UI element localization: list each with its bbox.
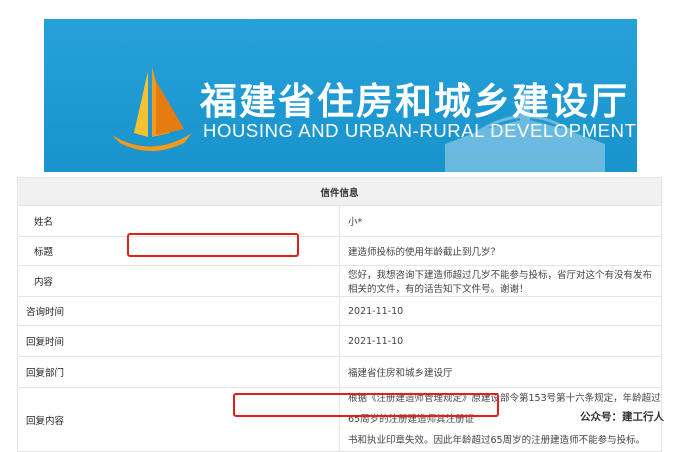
reply-line-2-part-a: 书和执业印章失效。: [348, 435, 434, 446]
reply-line-2: 书和执业印章失效。因此年龄超过65周岁的注册建造师不能参与投标。: [348, 430, 661, 451]
name-value: 小*: [339, 205, 662, 237]
banner-title: 福建省住房和城乡建设厅: [200, 80, 629, 123]
table-row: 标题 建造师投标的使用年龄截止到几岁？: [17, 236, 662, 266]
table-row: 咨询时间 2021-11-10: [17, 296, 662, 326]
content-value: 您好，我想咨询下建造师超过几岁不能参与投标，省厅对这个有没有发布相关的文件，有的…: [339, 265, 662, 297]
table-row: 回复时间 2021-11-10: [17, 325, 662, 357]
inquiry-time-value: 2021-11-10: [339, 296, 662, 326]
reply-dept-value: 福建省住房和城乡建设厅: [339, 356, 662, 388]
reply-conclusion: 因此年龄超过65周岁的注册建造师不能参与投标。: [433, 435, 646, 446]
name-label: 姓名: [17, 205, 340, 237]
reply-time-label: 回复时间: [17, 325, 340, 357]
table-row: 内容 您好，我想咨询下建造师超过几岁不能参与投标，省厅对这个有没有发布相关的文件…: [17, 265, 662, 297]
table-header: 信件信息: [17, 177, 662, 206]
wechat-watermark: 公众号：建工行人: [580, 411, 664, 423]
table-row: 姓名 小*: [17, 205, 662, 237]
banner-subtitle: HOUSING AND URBAN-RURAL DEVELOPMENT OF F…: [203, 120, 637, 141]
reply-content-label: 回复内容: [17, 387, 340, 452]
table-row: 回复内容 根据《注册建造师管理规定》原建设部令第153号第十六条规定，年龄超过6…: [17, 387, 662, 452]
reply-dept-label: 回复部门: [17, 356, 340, 388]
title-value: 建造师投标的使用年龄截止到几岁？: [339, 236, 662, 266]
title-label: 标题: [17, 236, 340, 266]
sail-building-logo-icon: [112, 67, 192, 151]
reply-time-value: 2021-11-10: [339, 325, 662, 357]
content-label: 内容: [17, 265, 340, 297]
table-row: 回复部门 福建省住房和城乡建设厅: [17, 356, 662, 388]
letter-info-table: 信件信息 姓名 小* 标题 建造师投标的使用年龄截止到几岁？ 内容 您好，我想咨…: [17, 177, 662, 452]
inquiry-time-label: 咨询时间: [17, 296, 340, 326]
header-banner: 福建省住房和城乡建设厅 HOUSING AND URBAN-RURAL DEVE…: [44, 19, 637, 172]
